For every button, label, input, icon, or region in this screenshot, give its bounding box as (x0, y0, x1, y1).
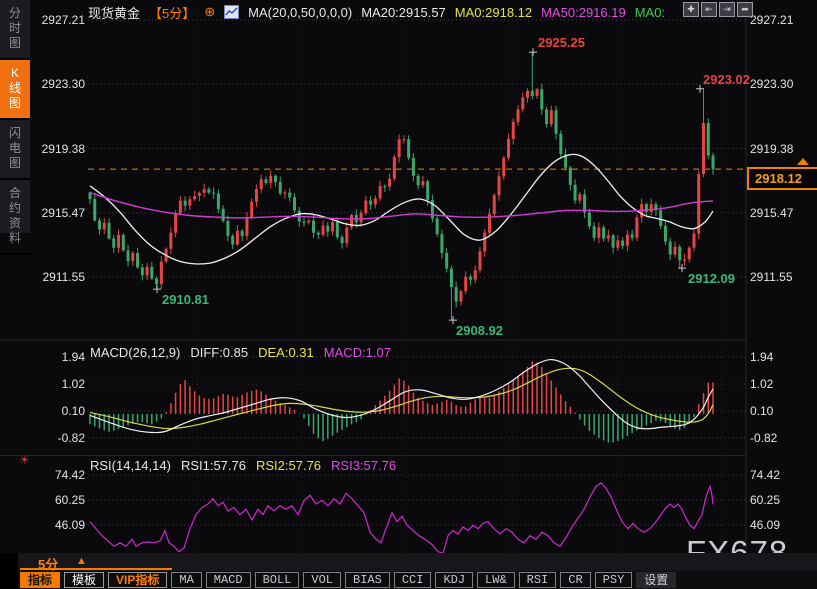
price-axis-tick: 2919.38 (750, 142, 812, 156)
macd-dea-value: DEA:0.31 (258, 345, 314, 360)
period-bar: 5分 ▲ (18, 553, 817, 571)
toolbar-tab[interactable]: VIP指标 (108, 572, 167, 588)
price-axis-tick: 2915.47 (750, 206, 812, 220)
macd-axis-tick: 1.94 (750, 350, 812, 364)
ma0-green-value: MA0: (635, 5, 665, 20)
sidebar-tab[interactable]: 分 时 图 (0, 0, 30, 60)
macd-diff-value: DIFF:0.85 (190, 345, 248, 360)
chart-app: 分 时 图K 线 图闪 电 图合 约 资 料 现货黄金 【5分】 ⊕ MA(20… (0, 0, 817, 589)
price-axis-tick: 2911.55 (30, 270, 85, 284)
toolbar-tab[interactable]: CCI (394, 572, 432, 588)
price-extreme-label: 2912.09 (688, 271, 735, 286)
chart-toolbar-icons: ✚⇤⇥➦ (683, 2, 753, 17)
price-extreme-label: 2908.92 (456, 323, 503, 338)
price-axis-tick: 2923.30 (750, 77, 812, 91)
y-axis-scale-icon[interactable]: ⇤ (701, 2, 717, 17)
period-dropdown-arrow-icon[interactable]: ▲ (76, 555, 87, 567)
toolbar-tab[interactable]: MA (171, 572, 201, 588)
toolbar-tab[interactable]: VOL (303, 572, 341, 588)
rsi-header: RSI(14,14,14) RSI1:57.76 RSI2:57.76 RSI3… (90, 458, 396, 473)
period-active-underline (20, 568, 172, 570)
rsi-axis-tick: 46.09 (30, 518, 85, 532)
macd-axis-tick: -0.82 (750, 431, 812, 445)
rsi-axis-tick: 60.25 (30, 493, 85, 507)
price-axis-tick: 2911.55 (750, 270, 812, 284)
ma-params: MA(20,0,50,0,0,0) (248, 5, 352, 20)
macd-macd-value: MACD:1.07 (324, 345, 391, 360)
toolbar-tab[interactable]: LW& (477, 572, 515, 588)
toolbar-tab[interactable]: 指标 (20, 572, 60, 588)
macd-axis-tick: 0.10 (750, 404, 812, 418)
toolbar-tab[interactable]: CR (560, 572, 590, 588)
macd-header: MACD(26,12,9) DIFF:0.85 DEA:0.31 MACD:1.… (90, 345, 391, 360)
macd-axis-tick: -0.82 (30, 431, 85, 445)
chart-canvas[interactable] (0, 0, 817, 589)
panel-collapse-icon[interactable]: ➦ (737, 2, 753, 17)
crosshair-move-icon[interactable]: ✚ (683, 2, 699, 17)
bottom-left-gap (0, 553, 18, 589)
price-extreme-label: 2910.81 (162, 292, 209, 307)
sidebar-tab[interactable]: 合 约 资 料 (0, 180, 30, 255)
price-axis-tick: 2927.21 (750, 13, 812, 27)
rsi-axis-tick: 46.09 (750, 518, 812, 532)
macd-axis-tick: 1.94 (30, 350, 85, 364)
price-axis-tick: 2927.21 (30, 13, 85, 27)
rsi1-value: RSI1:57.76 (181, 458, 246, 473)
ma0-yellow-value: MA0:2918.12 (455, 5, 532, 20)
chart-type-icon[interactable] (224, 5, 239, 19)
price-extreme-label: 2925.25 (538, 35, 585, 50)
macd-axis-tick: 0.10 (30, 404, 85, 418)
rsi-axis-tick: 60.25 (750, 493, 812, 507)
rsi-title: RSI(14,14,14) (90, 458, 171, 473)
current-price-tag: 2918.12 (747, 167, 817, 190)
price-axis-tick: 2923.30 (30, 77, 85, 91)
price-axis-tick: 2915.47 (30, 206, 85, 220)
left-tab-bar: 分 时 图K 线 图闪 电 图合 约 资 料 (0, 0, 30, 233)
price-up-arrow-icon (797, 158, 809, 165)
sidebar-tab[interactable]: 闪 电 图 (0, 120, 30, 180)
toolbar-tab[interactable]: RSI (519, 572, 557, 588)
ma20-value: MA20:2915.57 (361, 5, 446, 20)
price-axis-tick: 2919.38 (30, 142, 85, 156)
toolbar-tab[interactable]: PSY (595, 572, 633, 588)
sidebar-tab[interactable]: K 线 图 (0, 60, 30, 120)
toolbar-tab[interactable]: BOLL (255, 572, 300, 588)
toolbar-tab[interactable]: 设置 (636, 572, 676, 588)
rsi-axis-tick: 74.42 (30, 468, 85, 482)
add-indicator-icon[interactable]: ⊕ (204, 4, 215, 20)
rsi3-value: RSI3:57.76 (331, 458, 396, 473)
macd-axis-tick: 1.02 (750, 377, 812, 391)
indicator-toolbar: 指标模板VIP指标MA MACDBOLLVOLBIASCCIKDJLW&RSICR… (18, 571, 817, 589)
x-axis-scale-icon[interactable]: ⇥ (719, 2, 735, 17)
rsi2-value: RSI2:57.76 (256, 458, 321, 473)
rsi-alert-icon[interactable]: ☀ (19, 453, 30, 467)
price-extreme-label: 2923.02 (703, 72, 750, 87)
toolbar-tab[interactable]: KDJ (435, 572, 473, 588)
chart-header: 现货黄金 【5分】 ⊕ MA(20,0,50,0,0,0) MA20:2915.… (88, 4, 665, 20)
rsi-axis-tick: 74.42 (750, 468, 812, 482)
toolbar-tab[interactable]: MACD (206, 572, 251, 588)
macd-title: MACD(26,12,9) (90, 345, 180, 360)
toolbar-tab[interactable]: 模板 (64, 572, 104, 588)
period-badge[interactable]: 【5分】 (149, 3, 195, 22)
toolbar-tab[interactable]: BIAS (345, 572, 390, 588)
macd-axis-tick: 1.02 (30, 377, 85, 391)
ma50-value: MA50:2916.19 (541, 5, 626, 20)
symbol-name: 现货黄金 (88, 3, 140, 22)
